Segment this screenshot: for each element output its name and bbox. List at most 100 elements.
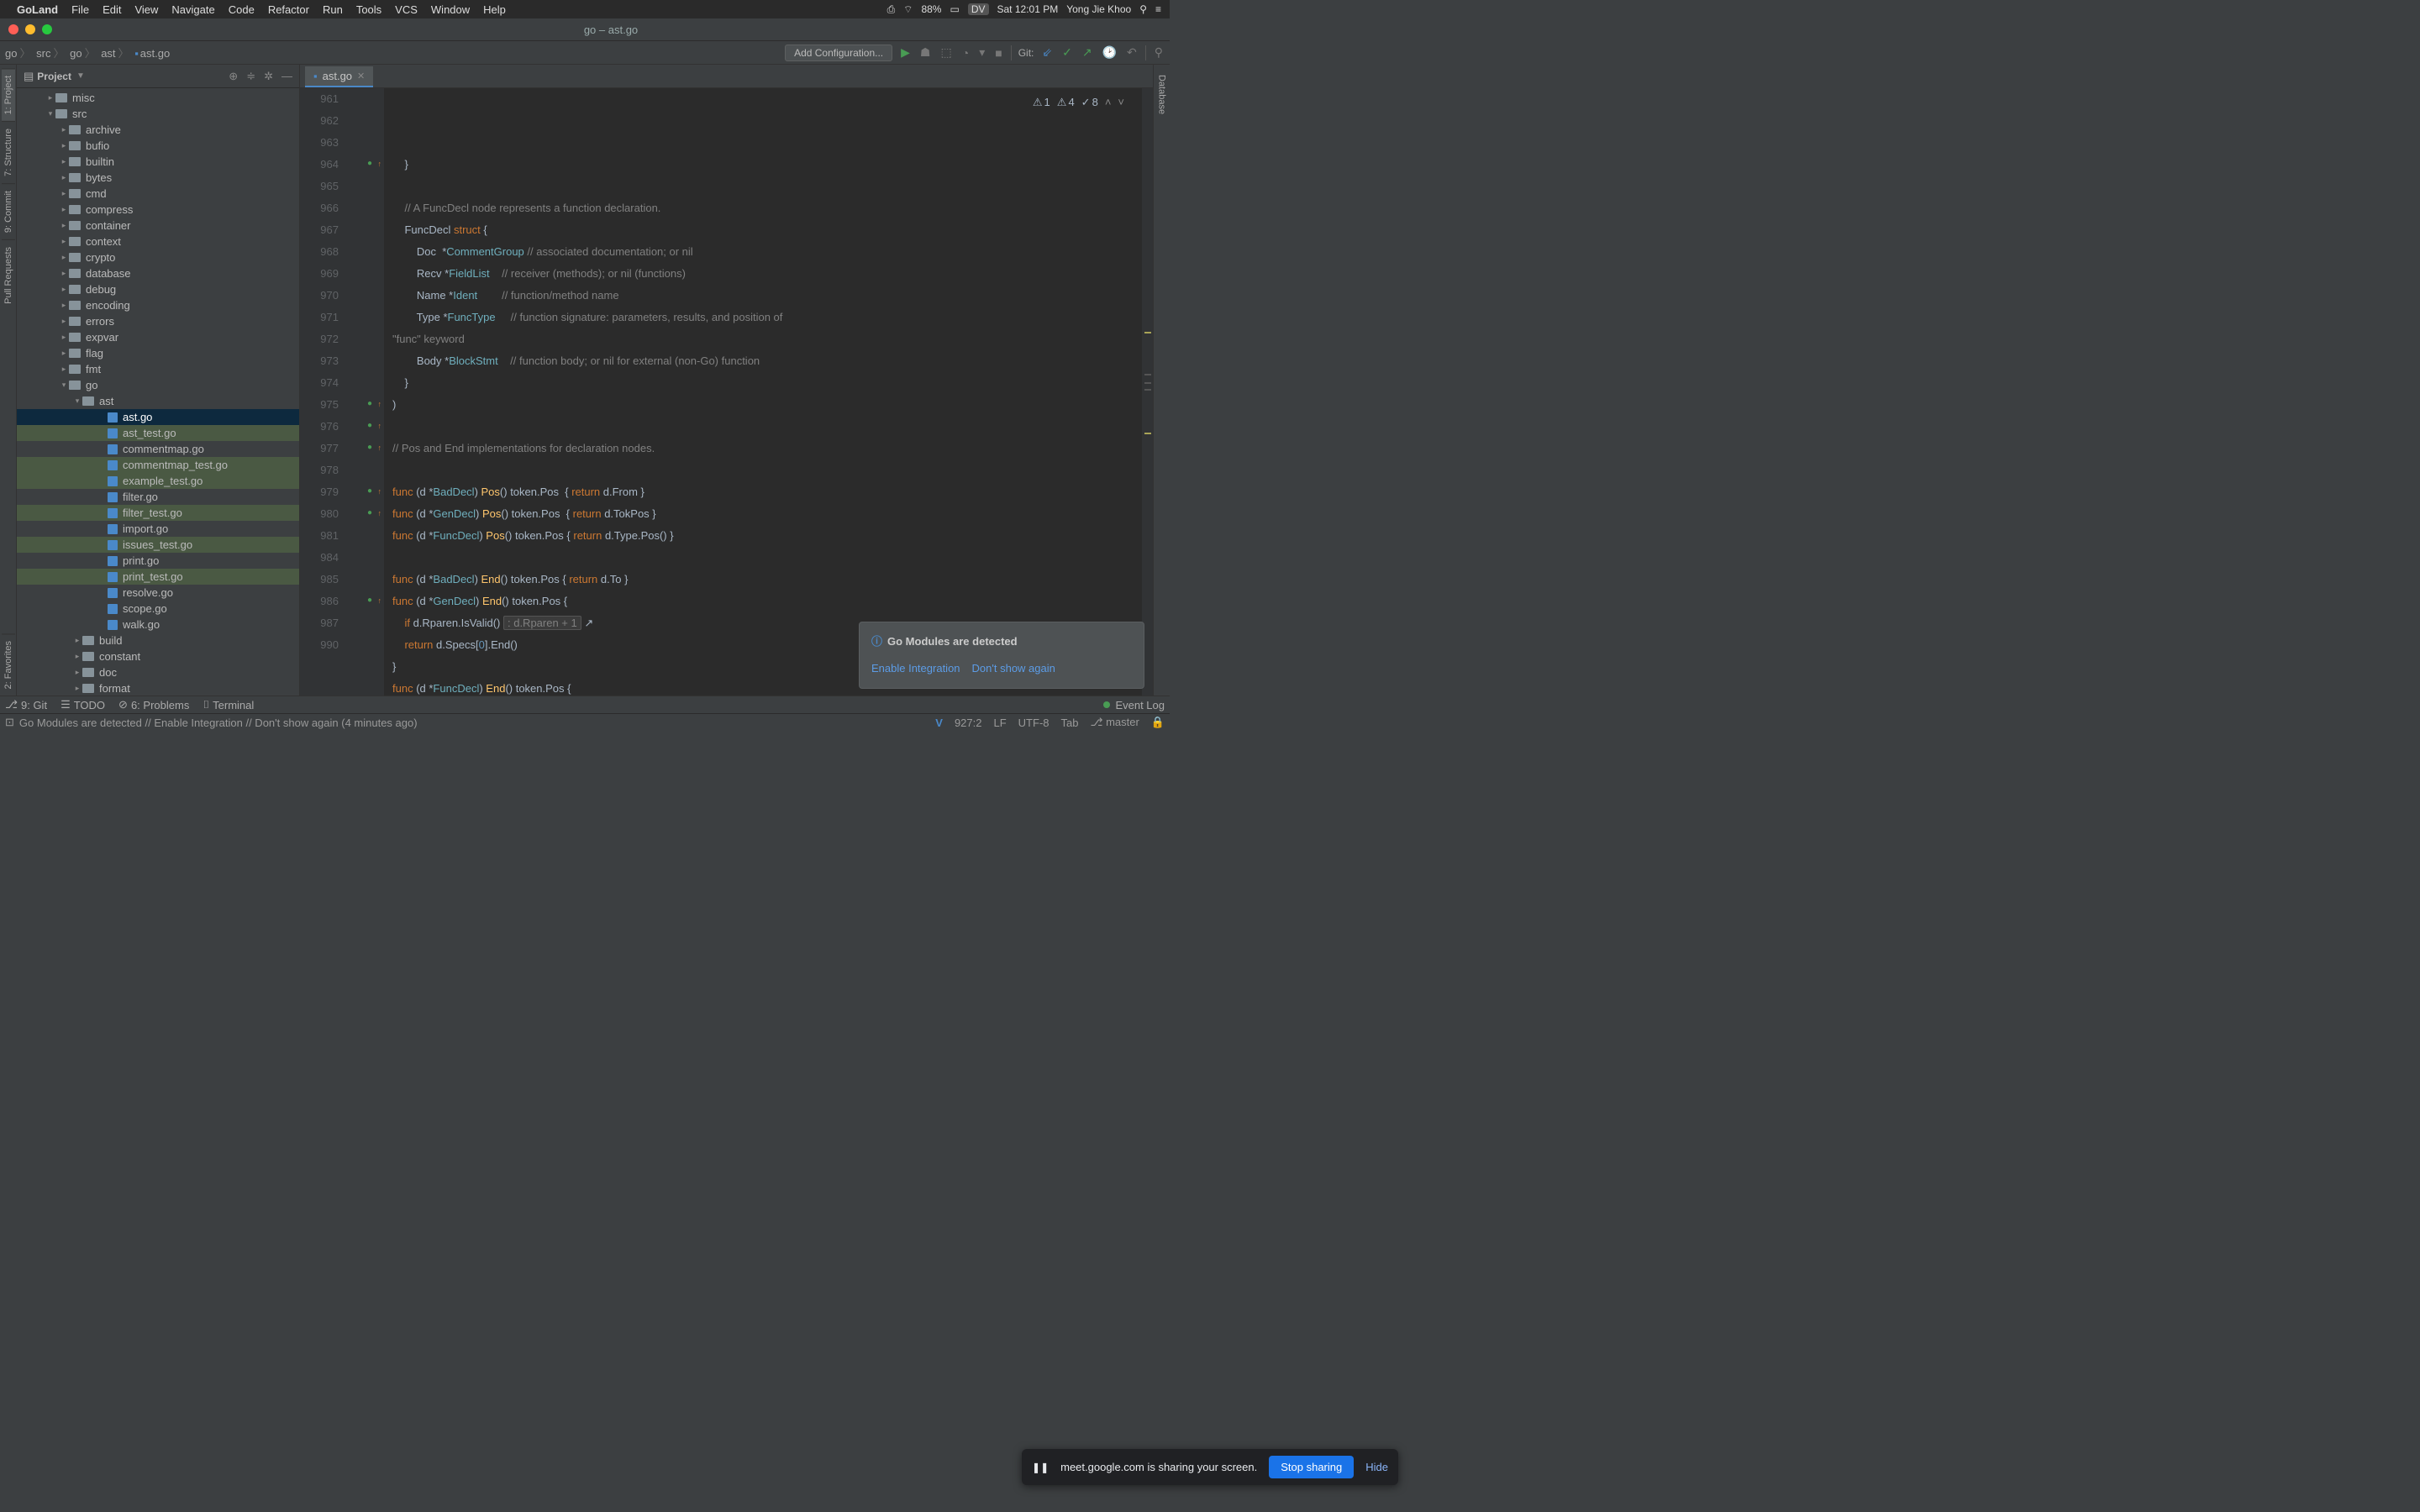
tree-item-crypto[interactable]: ▸crypto xyxy=(17,249,299,265)
tree-item-container[interactable]: ▸container xyxy=(17,218,299,234)
minimize-window-icon[interactable] xyxy=(25,24,35,34)
tool-pull-requests-tab[interactable]: Pull Requests xyxy=(2,239,15,311)
control-center-icon[interactable]: ≡ xyxy=(1155,3,1161,15)
tree-item-flag[interactable]: ▸flag xyxy=(17,345,299,361)
tree-item-errors[interactable]: ▸errors xyxy=(17,313,299,329)
editor-body[interactable]: 961962963964●965966967968969970971972973… xyxy=(300,88,1153,696)
expand-all-icon[interactable]: ≑ xyxy=(246,70,255,83)
dont-show-again-link[interactable]: Don't show again xyxy=(972,658,1055,680)
menu-tools[interactable]: Tools xyxy=(356,3,381,16)
spotlight-icon[interactable]: ⚲ xyxy=(1139,3,1147,15)
profiler-icon[interactable]: ◔ xyxy=(960,46,971,60)
tree-item-constant[interactable]: ▸constant xyxy=(17,648,299,664)
tree-item-commentmap-go[interactable]: commentmap.go xyxy=(17,441,299,457)
settings-icon[interactable]: ✲ xyxy=(264,70,273,83)
tree-item-import-go[interactable]: import.go xyxy=(17,521,299,537)
enable-integration-link[interactable]: Enable Integration xyxy=(871,658,960,680)
username[interactable]: Yong Jie Khoo xyxy=(1066,3,1131,15)
user-badge[interactable]: DV xyxy=(968,3,989,15)
menu-navigate[interactable]: Navigate xyxy=(171,3,214,16)
tree-item-ast_test-go[interactable]: ast_test.go xyxy=(17,425,299,441)
indent-mode[interactable]: Tab xyxy=(1061,717,1079,729)
menu-code[interactable]: Code xyxy=(229,3,255,16)
tree-item-misc[interactable]: ▸misc xyxy=(17,90,299,106)
tree-item-doc[interactable]: ▸doc xyxy=(17,664,299,680)
git-commit-icon[interactable]: ✓ xyxy=(1060,45,1074,60)
file-encoding[interactable]: UTF-8 xyxy=(1018,717,1050,729)
git-history-icon[interactable]: 🕑 xyxy=(1101,45,1118,60)
tool-todo-tab[interactable]: ☰TODO xyxy=(60,698,105,711)
chevron-up-icon[interactable]: ˄ xyxy=(1105,92,1112,113)
tree-item-bufio[interactable]: ▸bufio xyxy=(17,138,299,154)
close-window-icon[interactable] xyxy=(8,24,18,34)
git-push-icon[interactable]: ↗ xyxy=(1081,45,1094,60)
project-toggle-icon[interactable]: ▤ xyxy=(24,70,34,83)
tree-item-context[interactable]: ▸context xyxy=(17,234,299,249)
tree-item-bytes[interactable]: ▸bytes xyxy=(17,170,299,186)
menu-edit[interactable]: Edit xyxy=(103,3,121,16)
tree-item-filter_test-go[interactable]: filter_test.go xyxy=(17,505,299,521)
tool-event-log-tab[interactable]: Event Log xyxy=(1115,699,1165,711)
tree-item-filter-go[interactable]: filter.go xyxy=(17,489,299,505)
git-rollback-icon[interactable]: ↶ xyxy=(1125,45,1139,60)
lock-icon[interactable]: 🔒 xyxy=(1151,716,1165,729)
tool-project-tab[interactable]: 1: Project xyxy=(2,68,15,121)
tree-item-go[interactable]: ▾go xyxy=(17,377,299,393)
stop-sharing-button[interactable]: Stop sharing xyxy=(1269,1456,1354,1478)
git-branch[interactable]: ⎇ master xyxy=(1090,716,1139,729)
search-everywhere-icon[interactable]: ⚲ xyxy=(1153,45,1165,60)
menu-window[interactable]: Window xyxy=(431,3,470,16)
dropdown-icon[interactable]: ▾ xyxy=(977,45,986,60)
tree-item-expvar[interactable]: ▸expvar xyxy=(17,329,299,345)
go-vendor-icon[interactable]: V xyxy=(935,717,943,729)
menu-help[interactable]: Help xyxy=(483,3,506,16)
tree-item-format[interactable]: ▸format xyxy=(17,680,299,696)
gutter[interactable]: 961962963964●965966967968969970971972973… xyxy=(300,88,384,696)
menu-vcs[interactable]: VCS xyxy=(395,3,418,16)
tree-item-ast-go[interactable]: ast.go xyxy=(17,409,299,425)
error-stripe[interactable] xyxy=(1141,88,1153,696)
debug-icon[interactable]: ☗ xyxy=(918,45,933,60)
project-view-dropdown-icon[interactable]: ▼ xyxy=(76,71,85,81)
tree-item-example_test-go[interactable]: example_test.go xyxy=(17,473,299,489)
wifi-icon[interactable]: ⌔ xyxy=(903,3,913,16)
tool-terminal-tab[interactable]: ⌷Terminal xyxy=(203,698,254,711)
tree-item-commentmap_test-go[interactable]: commentmap_test.go xyxy=(17,457,299,473)
menu-run[interactable]: Run xyxy=(323,3,343,16)
fullscreen-window-icon[interactable] xyxy=(42,24,52,34)
coverage-icon[interactable]: ⬚ xyxy=(939,45,953,60)
menu-view[interactable]: View xyxy=(134,3,158,16)
tree-item-print_test-go[interactable]: print_test.go xyxy=(17,569,299,585)
menu-refactor[interactable]: Refactor xyxy=(268,3,309,16)
tree-item-walk-go[interactable]: walk.go xyxy=(17,617,299,633)
tree-item-builtin[interactable]: ▸builtin xyxy=(17,154,299,170)
status-message[interactable]: Go Modules are detected // Enable Integr… xyxy=(19,717,418,729)
tree-item-archive[interactable]: ▸archive xyxy=(17,122,299,138)
tree-item-resolve-go[interactable]: resolve.go xyxy=(17,585,299,601)
line-separator[interactable]: LF xyxy=(994,717,1007,729)
add-configuration-button[interactable]: Add Configuration... xyxy=(785,45,892,61)
tree-item-database[interactable]: ▸database xyxy=(17,265,299,281)
clock[interactable]: Sat 12:01 PM xyxy=(997,3,1059,15)
menu-file[interactable]: File xyxy=(71,3,89,16)
git-pull-icon[interactable]: ⇙ xyxy=(1040,45,1054,60)
tree-item-cmd[interactable]: ▸cmd xyxy=(17,186,299,202)
tree-item-scope-go[interactable]: scope.go xyxy=(17,601,299,617)
caret-position[interactable]: 927:2 xyxy=(955,717,982,729)
tree-item-debug[interactable]: ▸debug xyxy=(17,281,299,297)
locate-icon[interactable]: ⊕ xyxy=(229,70,238,83)
chevron-down-icon[interactable]: ˅ xyxy=(1118,92,1124,113)
tree-item-print-go[interactable]: print.go xyxy=(17,553,299,569)
tree-item-build[interactable]: ▸build xyxy=(17,633,299,648)
inspection-summary[interactable]: ⚠1 ⚠4 ✓8 ˄ ˅ xyxy=(1033,92,1124,113)
tree-item-encoding[interactable]: ▸encoding xyxy=(17,297,299,313)
project-tree[interactable]: ▸misc▾src▸archive▸bufio▸builtin▸bytes▸cm… xyxy=(17,88,299,696)
tool-structure-tab[interactable]: 7: Structure xyxy=(2,121,15,183)
hide-icon[interactable]: — xyxy=(281,70,292,83)
tree-item-issues_test-go[interactable]: issues_test.go xyxy=(17,537,299,553)
app-name[interactable]: GoLand xyxy=(17,3,58,16)
tool-database-tab[interactable]: Database xyxy=(1155,68,1169,121)
tree-item-compress[interactable]: ▸compress xyxy=(17,202,299,218)
tree-item-ast[interactable]: ▾ast xyxy=(17,393,299,409)
stop-icon[interactable]: ■ xyxy=(993,46,1003,60)
